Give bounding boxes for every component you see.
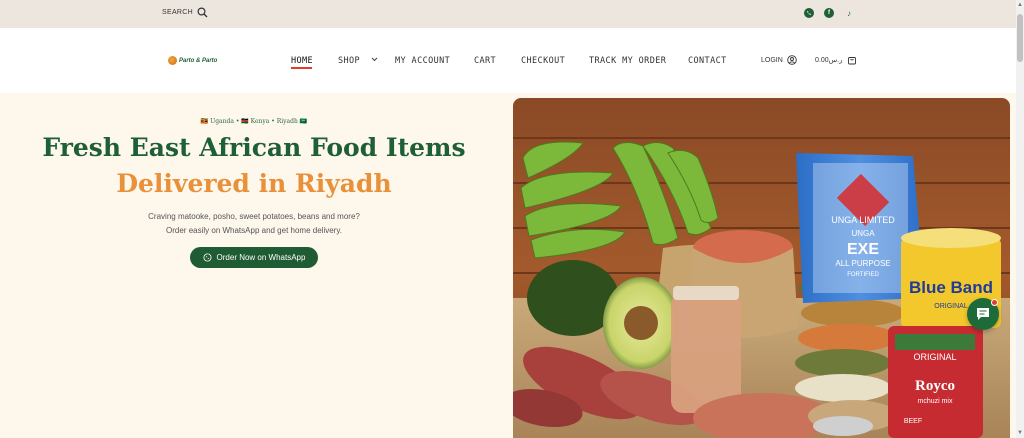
notification-badge — [991, 299, 998, 306]
shopping-bag-icon — [847, 57, 856, 65]
page-scrollbar[interactable]: ▲ ▼ — [1016, 0, 1024, 438]
svg-text:ALL PURPOSE: ALL PURPOSE — [835, 259, 890, 268]
logo-mark-icon — [168, 56, 177, 65]
site-logo[interactable]: Parto & Parto — [168, 56, 217, 65]
whatsapp-icon — [203, 253, 212, 262]
hero-tagline: 🇺🇬 Uganda • 🇰🇪 Kenya • Riyadh 🇸🇦 — [200, 118, 308, 125]
hero-product-image: UNGA LIMITED UNGA EXE ALL PURPOSE FORTIF… — [513, 98, 1010, 438]
scrollbar-thumb[interactable] — [1017, 14, 1023, 62]
svg-text:mchuzi mix: mchuzi mix — [917, 398, 953, 405]
chevron-down-icon — [371, 57, 377, 62]
login-link[interactable]: LOGIN — [761, 55, 797, 65]
svg-text:ORIGINAL: ORIGINAL — [934, 303, 968, 310]
order-whatsapp-label: Order Now on WhatsApp — [216, 253, 306, 262]
search-icon — [197, 7, 208, 18]
hero-title: Fresh East African Food Items — [42, 133, 466, 162]
svg-text:UNGA: UNGA — [851, 229, 875, 238]
login-label: LOGIN — [761, 56, 783, 64]
hero-section: 🇺🇬 Uganda • 🇰🇪 Kenya • Riyadh 🇸🇦 Fresh E… — [0, 93, 1016, 438]
hero-description-line-1: Craving matooke, posho, sweet potatoes, … — [148, 212, 360, 221]
nav-shop[interactable]: SHOP — [338, 56, 378, 66]
site-header: Parto & Parto HOME SHOP MY ACCOUNT CART … — [0, 28, 1016, 93]
chat-icon — [977, 308, 989, 320]
hero-description-line-2: Order easily on WhatsApp and get home de… — [166, 226, 342, 235]
svg-text:ORIGINAL: ORIGINAL — [913, 352, 956, 362]
search-toggle[interactable]: SEARCH — [162, 7, 208, 18]
logo-text: Parto & Parto — [179, 57, 218, 64]
chat-widget-button[interactable] — [967, 298, 999, 330]
scroll-down-icon[interactable]: ▼ — [1017, 430, 1023, 436]
hero-description: Craving matooke, posho, sweet potatoes, … — [0, 210, 508, 238]
nav-checkout[interactable]: CHECKOUT — [521, 56, 565, 66]
cart-widget[interactable]: 0.00ر.س — [815, 55, 857, 65]
nav-my-account[interactable]: MY ACCOUNT — [395, 56, 450, 66]
facebook-icon[interactable]: f — [824, 8, 834, 18]
svg-text:FORTIFIED: FORTIFIED — [847, 272, 879, 278]
svg-text:Royco: Royco — [915, 378, 955, 394]
cart-total: 0.00ر.س — [815, 57, 843, 64]
order-whatsapp-button[interactable]: Order Now on WhatsApp — [190, 247, 318, 268]
nav-active-indicator — [291, 67, 312, 69]
search-label: SEARCH — [162, 9, 193, 16]
tiktok-icon[interactable]: ♪ — [844, 8, 854, 18]
user-icon — [787, 55, 797, 65]
nav-track-order[interactable]: TRACK MY ORDER — [589, 56, 666, 66]
svg-text:BEEF: BEEF — [904, 418, 922, 425]
svg-text:UNGA LIMITED: UNGA LIMITED — [831, 215, 895, 225]
nav-shop-label: SHOP — [338, 56, 361, 66]
top-bar: SEARCH f ♪ — [0, 0, 1016, 28]
svg-text:Blue Band: Blue Band — [909, 278, 993, 297]
scroll-up-icon[interactable]: ▲ — [1017, 2, 1023, 8]
nav-cart[interactable]: CART — [474, 56, 496, 66]
whatsapp-icon[interactable] — [804, 8, 814, 18]
hero-subtitle: Delivered in Riyadh — [116, 169, 392, 198]
nav-home[interactable]: HOME — [291, 56, 313, 66]
nav-contact[interactable]: CONTACT — [688, 56, 727, 66]
svg-text:EXE: EXE — [847, 241, 879, 258]
